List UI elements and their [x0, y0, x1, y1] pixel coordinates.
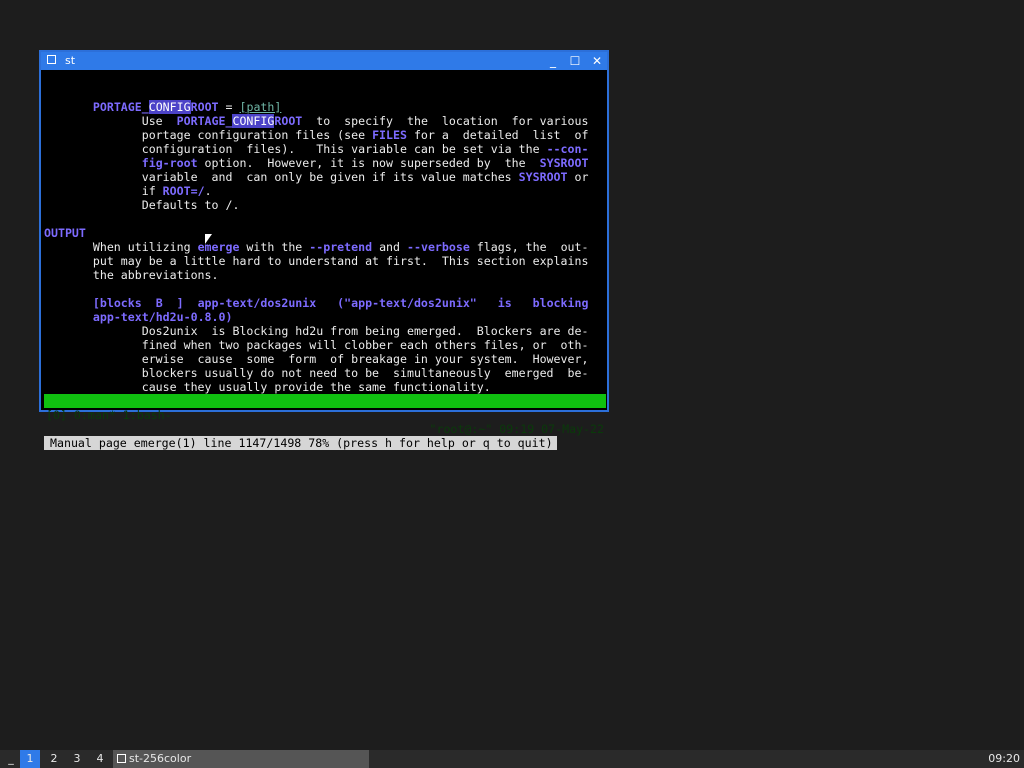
- terminal-text-segment: blockers usually do not need to be simul…: [44, 366, 589, 380]
- terminal-line: [blocks B ] app-text/dos2unix ("app-text…: [44, 296, 606, 310]
- terminal-text-segment: Defaults to /.: [44, 198, 240, 212]
- terminal-text-segment: CONFIG: [148, 100, 191, 114]
- terminal-text-segment: configuration files). This variable can …: [44, 142, 547, 156]
- terminal-text-segment: emerge: [197, 240, 240, 254]
- terminal-line: put may be a little hard to understand a…: [44, 254, 606, 268]
- terminal-text-segment: cause they usually provide the same func…: [44, 380, 491, 394]
- taskbar: _ 1 2 3 4 st-256color 09:20: [0, 750, 1024, 768]
- terminal-line: variable and can only be given if its va…: [44, 170, 606, 184]
- pager-status-line: Manual page emerge(1) line 1147/1498 78%…: [44, 436, 606, 450]
- terminal-window[interactable]: st _ ☐ ✕ PORTAGE_CONFIGROOT = [path] Use…: [39, 50, 609, 450]
- terminal-text-segment: or: [567, 170, 589, 184]
- terminal-text-segment: OUTPUT: [44, 226, 86, 240]
- terminal-text-segment: CONFIG: [232, 114, 275, 128]
- tmux-status-bar: [0] 0:man* 1:bash- "root@:~" 09:19 07-Ma…: [44, 394, 606, 436]
- terminal-line: Dos2unix is Blocking hd2u from being eme…: [44, 324, 606, 338]
- terminal-text-segment: app-text/hd2u-0.8.0): [92, 310, 233, 324]
- taskbar-clock: 09:20: [988, 752, 1020, 765]
- window-icon: [117, 754, 126, 763]
- terminal-line: portage configuration files (see FILES f…: [44, 128, 606, 142]
- terminal-line: erwise cause some form of breakage in yo…: [44, 352, 606, 366]
- workspace-3-button[interactable]: 3: [67, 750, 87, 768]
- terminal-line: OUTPUT: [44, 226, 606, 240]
- terminal-text-segment: --pretend: [309, 240, 373, 254]
- terminal-line: fig-root option. However, it is now supe…: [44, 156, 606, 170]
- terminal-text-segment: FILES: [372, 128, 407, 142]
- terminal-text-segment: with the: [239, 240, 310, 254]
- task-label: st-256color: [129, 752, 192, 765]
- launcher-button[interactable]: _: [4, 750, 18, 768]
- terminal-line: app-text/hd2u-0.8.0): [44, 310, 606, 324]
- maximize-button[interactable]: ☐: [565, 52, 585, 70]
- terminal-text-segment: SYSROOT: [518, 170, 568, 184]
- workspace-2-button[interactable]: 2: [44, 750, 64, 768]
- terminal-text-segment: ROOT=/: [162, 184, 205, 198]
- terminal-text-segment: When utilizing: [44, 240, 198, 254]
- terminal-text-segment: [blocks B ] app-text/dos2unix ("app-text…: [92, 296, 589, 310]
- terminal-line: if ROOT=/.: [44, 184, 606, 198]
- terminal-text-segment: for a detailed list of: [406, 128, 589, 142]
- terminal-line: cause they usually provide the same func…: [44, 380, 606, 394]
- window-icon[interactable]: [47, 55, 56, 64]
- terminal-text-segment: --verbose: [407, 240, 470, 254]
- terminal-line: blockers usually do not need to be simul…: [44, 366, 606, 380]
- minimize-button[interactable]: _: [543, 52, 563, 70]
- terminal-text-segment: flags, the out-: [469, 240, 589, 254]
- terminal-text-segment: Use: [44, 114, 177, 128]
- terminal-text-segment: erwise cause some form of breakage in yo…: [44, 352, 589, 366]
- window-title: st: [65, 54, 76, 67]
- terminal-line: Use PORTAGE_CONFIGROOT to specify the lo…: [44, 114, 606, 128]
- terminal-text-segment: Dos2unix is Blocking hd2u from being eme…: [44, 324, 589, 338]
- tmux-windows: [0] 0:man* 1:bash-: [46, 408, 172, 422]
- terminal-line: PORTAGE_CONFIGROOT = [path]: [44, 100, 606, 114]
- terminal-text-segment: ROOT: [274, 114, 303, 128]
- terminal-text-segment: the abbreviations.: [44, 268, 219, 282]
- terminal-text-segment: .: [204, 184, 212, 198]
- terminal-text-segment: variable and can only be given if its va…: [44, 170, 519, 184]
- terminal-text-segment: SYSROOT: [539, 156, 589, 170]
- terminal-text-segment: PORTAGE_: [92, 100, 149, 114]
- close-button[interactable]: ✕: [587, 52, 607, 70]
- terminal-text-segment: ROOT: [190, 100, 219, 114]
- workspace-4-button[interactable]: 4: [90, 750, 110, 768]
- terminal-text-segment: to specify the location for various: [302, 114, 589, 128]
- terminal-line: When utilizing emerge with the --pretend…: [44, 240, 606, 254]
- terminal-text-segment: PORTAGE_: [176, 114, 233, 128]
- terminal-line: the abbreviations.: [44, 268, 606, 282]
- workspace-1-button[interactable]: 1: [20, 750, 40, 768]
- man-page-text: PORTAGE_CONFIGROOT = [path] Use PORTAGE_…: [44, 100, 606, 408]
- terminal-content[interactable]: PORTAGE_CONFIGROOT = [path] Use PORTAGE_…: [44, 72, 606, 450]
- terminal-text-segment: fig-root: [141, 156, 198, 170]
- window-titlebar[interactable]: st _ ☐ ✕: [41, 52, 607, 70]
- terminal-text-segment: portage configuration files (see: [44, 128, 373, 142]
- terminal-text-segment: and: [372, 240, 407, 254]
- terminal-text-segment: --con-: [546, 142, 589, 156]
- pager-status-text: Manual page emerge(1) line 1147/1498 78%…: [44, 436, 557, 450]
- terminal-text-segment: if: [44, 184, 163, 198]
- terminal-text-segment: fined when two packages will clobber eac…: [44, 338, 589, 352]
- mouse-pointer-icon: [205, 234, 212, 244]
- terminal-text-segment: [path]: [239, 100, 282, 114]
- terminal-line: fined when two packages will clobber eac…: [44, 338, 606, 352]
- taskbar-task-st[interactable]: st-256color: [113, 750, 369, 768]
- terminal-text-segment: put may be a little hard to understand a…: [44, 254, 589, 268]
- tmux-session-info: "root@:~" 09:19 07-May-22: [429, 422, 604, 436]
- terminal-text-segment: =: [218, 100, 240, 114]
- terminal-line: configuration files). This variable can …: [44, 142, 606, 156]
- terminal-line: Defaults to /.: [44, 198, 606, 212]
- terminal-text-segment: option. However, it is now superseded by…: [197, 156, 540, 170]
